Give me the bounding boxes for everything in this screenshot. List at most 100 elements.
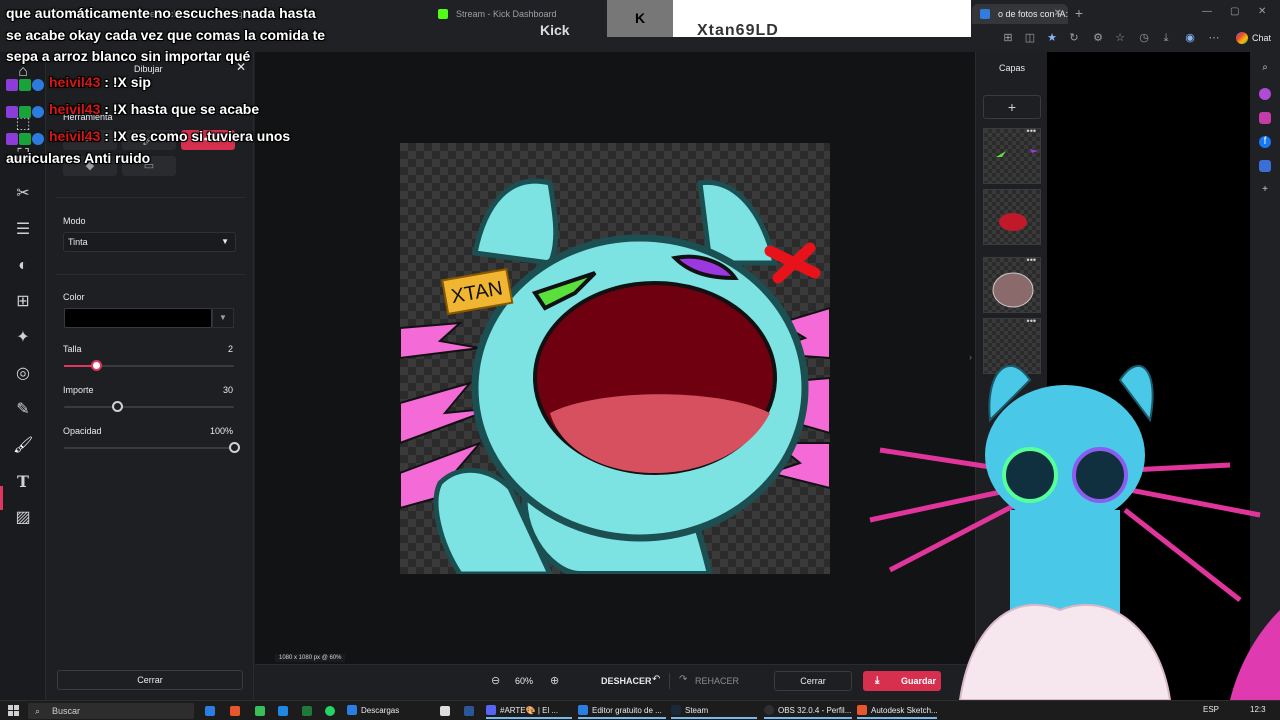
chat-text: : !X sip xyxy=(104,74,151,90)
word-icon[interactable] xyxy=(464,706,474,716)
layer-menu-icon[interactable]: ••• xyxy=(1027,316,1036,326)
pixlr-favicon-icon xyxy=(980,9,990,19)
close-panel-button[interactable]: Cerrar xyxy=(57,670,243,690)
chat-message: heivil43 : !X sip xyxy=(6,74,151,91)
text-tool-icon[interactable]: T xyxy=(13,472,33,492)
more-icon[interactable]: ⋯ xyxy=(1208,32,1220,44)
taskbar-app[interactable]: Steam xyxy=(671,703,757,719)
facebook-icon[interactable]: f xyxy=(1259,136,1271,148)
importe-slider-knob[interactable] xyxy=(111,401,123,412)
add-sidebar-icon[interactable]: + xyxy=(1259,184,1271,196)
tab-label: Stream - Kick Dashboard xyxy=(456,9,557,19)
layer-thumbnail[interactable]: ••• xyxy=(983,255,1041,313)
zoom-out-icon[interactable]: ⊖ xyxy=(491,674,500,687)
ai-sparkle-icon[interactable]: ✦ xyxy=(13,328,33,348)
color-dropdown-icon[interactable]: ▼ xyxy=(212,308,234,328)
taskbar-app[interactable]: Autodesk Sketch... xyxy=(857,703,937,719)
chat-text: auriculares Anti ruido xyxy=(6,150,151,166)
obs-icon xyxy=(764,704,774,715)
undo-button[interactable]: DESHACER xyxy=(601,676,652,686)
chevron-down-icon: ▼ xyxy=(221,237,229,246)
chat-badges xyxy=(6,102,45,118)
taskbar-app[interactable]: Descargas xyxy=(347,703,427,719)
windows-start-icon[interactable] xyxy=(8,705,19,716)
taskbar-app[interactable]: OBS 32.0.4 - Perfil... xyxy=(764,703,852,719)
edge-icon[interactable] xyxy=(205,706,215,716)
input-language[interactable]: ESP xyxy=(1203,705,1219,714)
chat-username: heivil43 xyxy=(49,74,101,90)
outlook-icon[interactable] xyxy=(1259,160,1271,172)
taskbar-app-label: Autodesk Sketch... xyxy=(871,706,937,715)
favorites-icon[interactable]: ☆ xyxy=(1114,32,1126,44)
minimize-icon[interactable]: — xyxy=(1202,6,1212,17)
copilot-chat-button[interactable]: Chat xyxy=(1236,30,1271,46)
opacity-slider[interactable] xyxy=(64,442,240,453)
app-icon[interactable] xyxy=(440,706,450,716)
layer-menu-icon[interactable]: ••• xyxy=(1027,126,1036,136)
extensions-icon[interactable]: ⚙ xyxy=(1092,32,1104,44)
effects-icon[interactable]: ⊞ xyxy=(13,292,33,312)
layer-menu-icon[interactable]: ••• xyxy=(1027,255,1036,265)
translate-icon[interactable]: ◫ xyxy=(1024,32,1036,44)
adjust-sliders-icon[interactable]: ☰ xyxy=(13,220,33,240)
tab-close-icon[interactable]: ✕ xyxy=(1054,4,1062,24)
downloads-icon[interactable]: ⤓ xyxy=(1160,32,1172,44)
mode-label: Modo xyxy=(63,216,86,226)
bookmark-star-icon[interactable]: ★ xyxy=(1046,32,1058,44)
copilot-app-icon[interactable] xyxy=(1259,88,1271,100)
size-slider[interactable] xyxy=(64,360,234,371)
cutout-scissors-icon[interactable]: ✂ xyxy=(13,184,33,204)
retouch-icon[interactable]: ✎ xyxy=(13,400,33,420)
chat-message: se acabe okay cada vez que comas la comi… xyxy=(6,27,325,43)
size-slider-knob[interactable] xyxy=(91,360,103,371)
zoom-level[interactable]: 60% xyxy=(515,676,533,686)
brave-icon[interactable] xyxy=(230,706,240,716)
taskbar-app-label: Editor gratuito de ... xyxy=(592,706,662,715)
apps-icon[interactable]: ⊞ xyxy=(1002,32,1014,44)
draw-brush-icon[interactable]: 🖌 xyxy=(13,436,33,456)
taskbar-search[interactable]: ⌕ Buscar xyxy=(28,703,194,719)
zoom-in-icon[interactable]: ⊕ xyxy=(550,674,559,687)
history-icon[interactable]: ◷ xyxy=(1138,32,1150,44)
refresh-icon[interactable]: ↻ xyxy=(1068,32,1080,44)
kick-k-icon: K xyxy=(635,10,646,26)
search-icon[interactable]: ⌕ xyxy=(1259,62,1271,74)
active-tool-indicator xyxy=(0,486,3,510)
excel-icon[interactable] xyxy=(302,706,312,716)
whatsapp-icon[interactable] xyxy=(325,706,335,716)
browser-tab-pixlr[interactable]: o de fotos con IA: Pi ✕ xyxy=(972,4,1068,24)
close-button[interactable]: Cerrar xyxy=(774,671,852,691)
instagram-icon[interactable] xyxy=(1259,112,1271,124)
new-tab-button[interactable]: + xyxy=(1072,6,1086,20)
pattern-icon[interactable]: ▨ xyxy=(13,508,33,528)
clock[interactable]: 12:3 xyxy=(1250,705,1266,714)
add-layer-button[interactable]: + xyxy=(983,95,1041,119)
undo-icon[interactable]: ↶ xyxy=(652,674,660,685)
drawing-canvas[interactable]: XTAN xyxy=(400,143,830,574)
liquify-swirl-icon[interactable]: ◎ xyxy=(13,364,33,384)
kick-favicon-icon xyxy=(438,9,448,19)
redo-icon[interactable]: ↷ xyxy=(679,674,687,685)
importe-slider[interactable] xyxy=(64,401,234,412)
canvas-size-info: 1080 x 1080 px @ 60% xyxy=(275,654,346,662)
layer-thumbnail[interactable] xyxy=(983,189,1041,245)
app-icon[interactable] xyxy=(255,706,265,716)
layer-thumbnail[interactable]: ••• xyxy=(983,126,1041,184)
redo-button[interactable]: REHACER xyxy=(695,676,739,686)
layer-eyes-preview xyxy=(996,149,1038,157)
opacity-slider-knob[interactable] xyxy=(229,442,240,453)
chat-message: sepa a arroz blanco sin importar qué xyxy=(6,48,250,64)
chat-username: heivil43 xyxy=(49,128,101,144)
taskbar-app[interactable]: #ARTE🎨 | El ... xyxy=(486,703,572,719)
color-swatch[interactable] xyxy=(64,308,212,328)
subscriber-badge-icon xyxy=(6,132,18,145)
taskbar-app[interactable]: Editor gratuito de ... xyxy=(578,703,666,719)
mode-select[interactable]: Tinta ▼ xyxy=(63,232,236,252)
profile-icon[interactable]: ◉ xyxy=(1184,32,1196,44)
maximize-icon[interactable]: ▢ xyxy=(1230,6,1239,17)
preview-title-area: Xtan69LD xyxy=(673,0,971,37)
close-window-icon[interactable]: ✕ xyxy=(1258,6,1266,17)
filter-icon[interactable]: ◐ xyxy=(13,256,33,276)
browser-tab-kick[interactable]: Stream - Kick Dashboard xyxy=(430,4,606,24)
app-icon[interactable] xyxy=(278,706,288,716)
